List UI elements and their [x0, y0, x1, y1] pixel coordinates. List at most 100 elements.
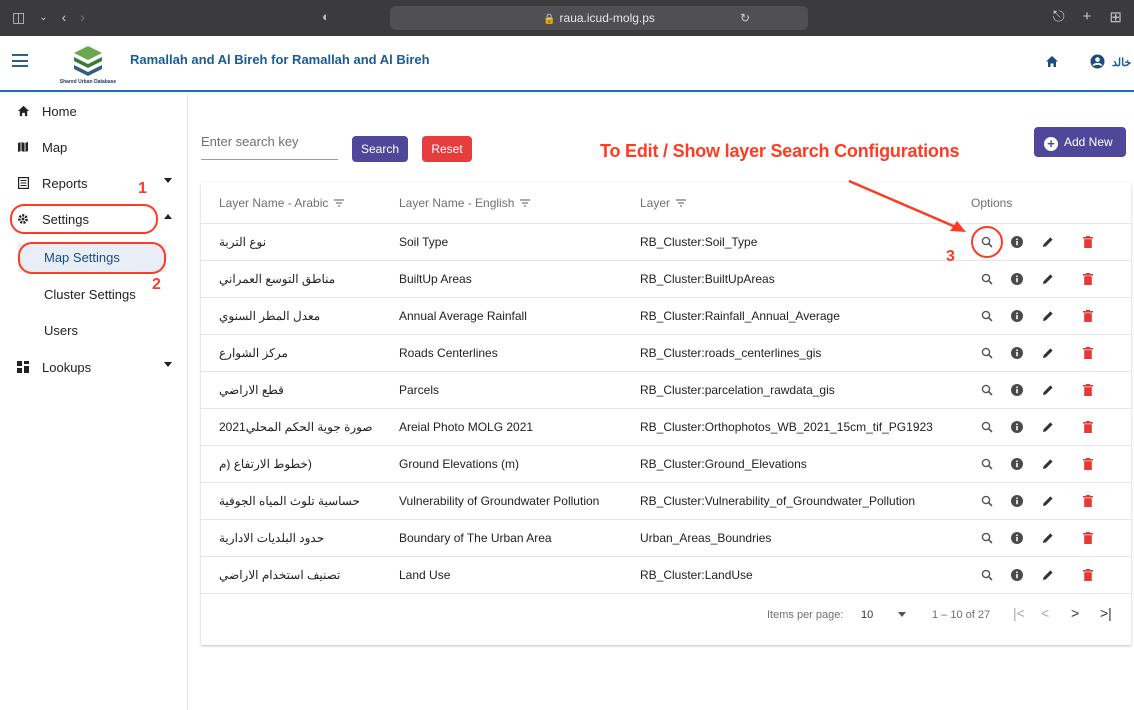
search-icon[interactable]: [981, 569, 993, 581]
share-icon[interactable]: ⎋: [1053, 8, 1065, 26]
sidebar-item-reports[interactable]: Reports: [0, 166, 188, 200]
annotation-step-2: 2: [152, 276, 161, 293]
reload-icon[interactable]: ↻: [740, 6, 750, 30]
menu-icon[interactable]: [12, 54, 28, 67]
edit-icon[interactable]: [1042, 421, 1054, 433]
search-icon[interactable]: [981, 310, 993, 322]
table-row: حساسية تلوث المياه الجوفية Vulnerability …: [201, 483, 1131, 520]
annotation-circle-map-settings: [18, 242, 166, 274]
info-icon[interactable]: [1011, 421, 1023, 433]
edit-icon[interactable]: [1042, 236, 1054, 248]
search-icon[interactable]: [981, 384, 993, 396]
layers-table: Layer Name - Arabic Layer Name - English…: [201, 183, 1131, 645]
chevron-down-icon[interactable]: ⌄: [39, 9, 47, 27]
sidebar-item-map[interactable]: Map: [0, 130, 188, 164]
delete-icon[interactable]: [1083, 421, 1093, 433]
search-icon[interactable]: [981, 495, 993, 507]
forward-icon[interactable]: ›: [80, 9, 85, 27]
user-name[interactable]: خالد: [1112, 56, 1131, 69]
delete-icon[interactable]: [1083, 569, 1093, 581]
edit-icon[interactable]: [1042, 347, 1054, 359]
add-new-button[interactable]: + Add New: [1034, 127, 1126, 157]
search-icon[interactable]: [981, 236, 993, 248]
report-icon: [14, 177, 32, 189]
reset-button[interactable]: Reset: [422, 136, 472, 162]
delete-icon[interactable]: [1083, 495, 1093, 507]
back-icon[interactable]: ‹: [62, 9, 67, 27]
search-button[interactable]: Search: [352, 136, 408, 162]
annotation-circle-settings: [10, 204, 158, 234]
search-icon[interactable]: [981, 421, 993, 433]
table-row: مركز الشوارع Roads Centerlines RB_Cluster:…: [201, 335, 1131, 372]
chevron-down-icon[interactable]: [898, 612, 906, 617]
info-icon[interactable]: [1011, 384, 1023, 396]
tab-overview-icon[interactable]: ⊞: [1109, 8, 1122, 26]
edit-icon[interactable]: [1042, 458, 1054, 470]
page-range-label: 1 – 10 of 27: [932, 609, 991, 621]
delete-icon[interactable]: [1083, 384, 1093, 396]
search-icon[interactable]: [981, 458, 993, 470]
info-icon[interactable]: [1011, 458, 1023, 470]
search-icon[interactable]: [981, 532, 993, 544]
edit-icon[interactable]: [1042, 273, 1054, 285]
column-header-arabic[interactable]: Layer Name - Arabic: [219, 183, 389, 223]
paginator: Items per page: 10 1 – 10 of 27 |< < > >…: [201, 589, 1131, 637]
sort-icon: [520, 199, 531, 207]
privacy-shield-icon[interactable]: ◐: [322, 9, 330, 24]
delete-icon[interactable]: [1083, 236, 1093, 248]
search-icon[interactable]: [981, 273, 993, 285]
page-size-select[interactable]: 10: [861, 609, 873, 621]
browser-toolbar: ◫ ⌄ ‹ › ◐ 🔒 raua.icud-molg.ps ↻ ⎋ + ⊞: [0, 0, 1134, 36]
user-avatar-icon[interactable]: [1090, 54, 1105, 69]
table-header-row: Layer Name - Arabic Layer Name - English…: [201, 183, 1131, 224]
info-icon[interactable]: [1011, 532, 1023, 544]
edit-icon[interactable]: [1042, 495, 1054, 507]
info-icon[interactable]: [1011, 273, 1023, 285]
table-row: تصنيف استخدام الاراضي Land Use RB_Cluster:…: [201, 557, 1131, 594]
sidebar-item-label: Map: [42, 139, 68, 155]
cell-arabic-name: معدل المطر السنوي: [219, 309, 321, 323]
edit-icon[interactable]: [1042, 384, 1054, 396]
cell-layer: RB_Cluster:Vulnerability_of_Groundwater_…: [640, 494, 916, 508]
new-tab-icon[interactable]: +: [1083, 8, 1092, 26]
table-row: (خطوط الارتفاع (م Ground Elevations (m) RB…: [201, 446, 1131, 483]
info-icon[interactable]: [1011, 495, 1023, 507]
sidebar-item-lookups[interactable]: Lookups: [0, 350, 188, 384]
address-bar[interactable]: 🔒 raua.icud-molg.ps ↻: [390, 6, 808, 30]
page-title: Ramallah and Al Bireh for Ramallah and A…: [130, 52, 430, 67]
home-icon[interactable]: [1045, 55, 1059, 68]
annotation-step-3: 3: [946, 248, 955, 265]
annotation-headline: To Edit / Show layer Search Configuratio…: [600, 141, 960, 161]
sidebar-item-label: Lookups: [42, 359, 92, 375]
cell-arabic-name: نوع التربة: [219, 235, 267, 249]
info-icon[interactable]: [1011, 569, 1023, 581]
cell-layer: RB_Cluster:roads_centerlines_gis: [640, 346, 822, 360]
info-icon[interactable]: [1011, 310, 1023, 322]
first-page-icon[interactable]: |<: [1013, 605, 1025, 621]
search-icon[interactable]: [981, 347, 993, 359]
app-header: Shared Urban Database Ramallah and Al Bi…: [0, 36, 1134, 92]
sidebar-item-home[interactable]: Home: [0, 94, 188, 128]
cell-arabic-name: مركز الشوارع: [219, 346, 288, 360]
column-header-layer[interactable]: Layer: [640, 183, 960, 223]
delete-icon[interactable]: [1083, 347, 1093, 359]
delete-icon[interactable]: [1083, 532, 1093, 544]
sidebar-subitem-users[interactable]: Users: [44, 323, 78, 338]
previous-page-icon[interactable]: <: [1041, 605, 1049, 621]
table-row: قطع الاراضي Parcels RB_Cluster:parcelation…: [201, 372, 1131, 409]
column-header-english[interactable]: Layer Name - English: [399, 183, 635, 223]
items-per-page-label: Items per page:: [767, 609, 844, 621]
info-icon[interactable]: [1011, 347, 1023, 359]
delete-icon[interactable]: [1083, 273, 1093, 285]
sidebar-toggle-icon[interactable]: ◫: [12, 9, 25, 27]
delete-icon[interactable]: [1083, 310, 1093, 322]
last-page-icon[interactable]: >|: [1100, 605, 1112, 621]
edit-icon[interactable]: [1042, 532, 1054, 544]
delete-icon[interactable]: [1083, 458, 1093, 470]
search-input[interactable]: Enter search key: [201, 128, 338, 160]
info-icon[interactable]: [1011, 236, 1023, 248]
sidebar-subitem-cluster-settings[interactable]: Cluster Settings: [44, 287, 136, 302]
edit-icon[interactable]: [1042, 310, 1054, 322]
edit-icon[interactable]: [1042, 569, 1054, 581]
next-page-icon[interactable]: >: [1071, 605, 1079, 621]
